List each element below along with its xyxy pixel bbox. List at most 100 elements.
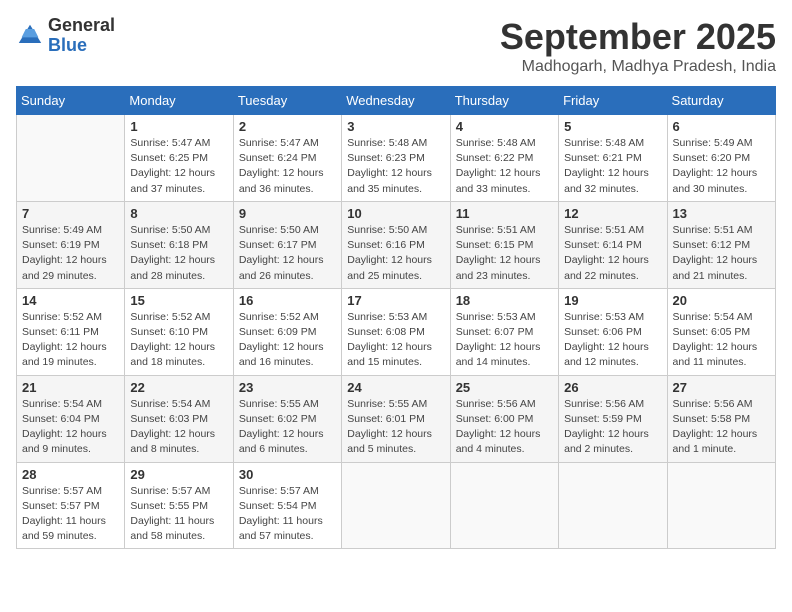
day-info: Sunrise: 5:52 AM Sunset: 6:11 PM Dayligh… — [22, 310, 119, 371]
calendar-day-cell — [559, 462, 667, 549]
calendar-day-cell: 18 Sunrise: 5:53 AM Sunset: 6:07 PM Dayli… — [450, 288, 558, 375]
calendar-day-cell: 20Sunrise: 5:54 AM Sunset: 6:05 PM Dayli… — [667, 288, 775, 375]
day-info: Sunrise: 5:53 AM Sunset: 6:06 PM Dayligh… — [564, 310, 661, 371]
calendar-day-cell: 2Sunrise: 5:47 AM Sunset: 6:24 PM Daylig… — [233, 115, 341, 202]
logo: General Blue — [16, 16, 115, 56]
calendar-week-row: 28 Sunrise: 5:57 AM Sunset: 5:57 PM Dayli… — [17, 462, 776, 549]
calendar-week-row: 1 Sunrise: 5:47 AM Sunset: 6:25 PM Daylig… — [17, 115, 776, 202]
calendar-day-cell: 14 Sunrise: 5:52 AM Sunset: 6:11 PM Dayli… — [17, 288, 125, 375]
calendar-day-cell: 13 Sunrise: 5:51 AM Sunset: 6:12 PM Dayli… — [667, 201, 775, 288]
calendar-day-cell: 22Sunrise: 5:54 AM Sunset: 6:03 PM Dayli… — [125, 375, 233, 462]
day-info: Sunrise: 5:57 AM Sunset: 5:57 PM Dayligh… — [22, 484, 119, 545]
calendar-table: SundayMondayTuesdayWednesdayThursdayFrid… — [16, 86, 776, 549]
day-number: 30 — [239, 467, 336, 482]
day-info: Sunrise: 5:57 AM Sunset: 5:54 PM Dayligh… — [239, 484, 336, 545]
day-number: 10 — [347, 206, 444, 221]
day-number: 11 — [456, 206, 553, 221]
calendar-day-cell: 12Sunrise: 5:51 AM Sunset: 6:14 PM Dayli… — [559, 201, 667, 288]
month-title: September 2025 — [500, 16, 776, 58]
day-info: Sunrise: 5:51 AM Sunset: 6:14 PM Dayligh… — [564, 223, 661, 284]
day-number: 5 — [564, 119, 661, 134]
calendar-day-cell: 28 Sunrise: 5:57 AM Sunset: 5:57 PM Dayli… — [17, 462, 125, 549]
day-number: 28 — [22, 467, 119, 482]
day-number: 18 — [456, 293, 553, 308]
calendar-day-cell: 11Sunrise: 5:51 AM Sunset: 6:15 PM Dayli… — [450, 201, 558, 288]
calendar-day-cell: 29 Sunrise: 5:57 AM Sunset: 5:55 PM Dayli… — [125, 462, 233, 549]
weekday-header: Tuesday — [233, 87, 341, 115]
day-number: 24 — [347, 380, 444, 395]
calendar-day-cell: 27 Sunrise: 5:56 AM Sunset: 5:58 PM Dayli… — [667, 375, 775, 462]
day-info: Sunrise: 5:57 AM Sunset: 5:55 PM Dayligh… — [130, 484, 227, 545]
calendar-day-cell: 23 Sunrise: 5:55 AM Sunset: 6:02 PM Dayli… — [233, 375, 341, 462]
calendar-day-cell: 5 Sunrise: 5:48 AM Sunset: 6:21 PM Daylig… — [559, 115, 667, 202]
day-info: Sunrise: 5:50 AM Sunset: 6:17 PM Dayligh… — [239, 223, 336, 284]
calendar-day-cell: 21 Sunrise: 5:54 AM Sunset: 6:04 PM Dayli… — [17, 375, 125, 462]
day-info: Sunrise: 5:56 AM Sunset: 5:59 PM Dayligh… — [564, 397, 661, 458]
logo-icon — [16, 22, 44, 50]
day-number: 23 — [239, 380, 336, 395]
calendar-day-cell — [17, 115, 125, 202]
calendar-header: SundayMondayTuesdayWednesdayThursdayFrid… — [17, 87, 776, 115]
day-info: Sunrise: 5:51 AM Sunset: 6:12 PM Dayligh… — [673, 223, 770, 284]
day-number: 21 — [22, 380, 119, 395]
calendar-day-cell: 30 Sunrise: 5:57 AM Sunset: 5:54 PM Dayli… — [233, 462, 341, 549]
day-number: 14 — [22, 293, 119, 308]
page-header: General Blue September 2025 Madhogarh, M… — [16, 16, 776, 76]
day-info: Sunrise: 5:55 AM Sunset: 6:02 PM Dayligh… — [239, 397, 336, 458]
day-info: Sunrise: 5:48 AM Sunset: 6:21 PM Dayligh… — [564, 136, 661, 197]
day-info: Sunrise: 5:50 AM Sunset: 6:18 PM Dayligh… — [130, 223, 227, 284]
day-info: Sunrise: 5:48 AM Sunset: 6:23 PM Dayligh… — [347, 136, 444, 197]
day-info: Sunrise: 5:56 AM Sunset: 6:00 PM Dayligh… — [456, 397, 553, 458]
logo-text: General Blue — [48, 16, 115, 56]
calendar-week-row: 14 Sunrise: 5:52 AM Sunset: 6:11 PM Dayli… — [17, 288, 776, 375]
calendar-day-cell — [667, 462, 775, 549]
calendar-body: 1 Sunrise: 5:47 AM Sunset: 6:25 PM Daylig… — [17, 115, 776, 549]
calendar-day-cell: 1 Sunrise: 5:47 AM Sunset: 6:25 PM Daylig… — [125, 115, 233, 202]
calendar-week-row: 7 Sunrise: 5:49 AM Sunset: 6:19 PM Daylig… — [17, 201, 776, 288]
day-number: 29 — [130, 467, 227, 482]
day-info: Sunrise: 5:52 AM Sunset: 6:10 PM Dayligh… — [130, 310, 227, 371]
calendar-day-cell: 4Sunrise: 5:48 AM Sunset: 6:22 PM Daylig… — [450, 115, 558, 202]
day-number: 9 — [239, 206, 336, 221]
day-number: 6 — [673, 119, 770, 134]
calendar-day-cell — [450, 462, 558, 549]
day-info: Sunrise: 5:52 AM Sunset: 6:09 PM Dayligh… — [239, 310, 336, 371]
day-number: 16 — [239, 293, 336, 308]
day-number: 27 — [673, 380, 770, 395]
day-number: 1 — [130, 119, 227, 134]
calendar-day-cell: 10 Sunrise: 5:50 AM Sunset: 6:16 PM Dayli… — [342, 201, 450, 288]
day-info: Sunrise: 5:56 AM Sunset: 5:58 PM Dayligh… — [673, 397, 770, 458]
calendar-day-cell: 6 Sunrise: 5:49 AM Sunset: 6:20 PM Daylig… — [667, 115, 775, 202]
day-info: Sunrise: 5:53 AM Sunset: 6:08 PM Dayligh… — [347, 310, 444, 371]
day-number: 22 — [130, 380, 227, 395]
calendar-day-cell: 24 Sunrise: 5:55 AM Sunset: 6:01 PM Dayli… — [342, 375, 450, 462]
day-number: 25 — [456, 380, 553, 395]
day-number: 7 — [22, 206, 119, 221]
weekday-header: Saturday — [667, 87, 775, 115]
calendar-day-cell: 9 Sunrise: 5:50 AM Sunset: 6:17 PM Daylig… — [233, 201, 341, 288]
day-info: Sunrise: 5:49 AM Sunset: 6:19 PM Dayligh… — [22, 223, 119, 284]
weekday-header: Sunday — [17, 87, 125, 115]
day-number: 19 — [564, 293, 661, 308]
day-info: Sunrise: 5:47 AM Sunset: 6:24 PM Dayligh… — [239, 136, 336, 197]
calendar-day-cell: 26 Sunrise: 5:56 AM Sunset: 5:59 PM Dayli… — [559, 375, 667, 462]
title-area: September 2025 Madhogarh, Madhya Pradesh… — [500, 16, 776, 76]
day-info: Sunrise: 5:49 AM Sunset: 6:20 PM Dayligh… — [673, 136, 770, 197]
day-info: Sunrise: 5:47 AM Sunset: 6:25 PM Dayligh… — [130, 136, 227, 197]
calendar-day-cell: 17Sunrise: 5:53 AM Sunset: 6:08 PM Dayli… — [342, 288, 450, 375]
day-number: 3 — [347, 119, 444, 134]
weekday-header: Wednesday — [342, 87, 450, 115]
day-info: Sunrise: 5:50 AM Sunset: 6:16 PM Dayligh… — [347, 223, 444, 284]
day-number: 8 — [130, 206, 227, 221]
day-number: 26 — [564, 380, 661, 395]
day-number: 13 — [673, 206, 770, 221]
location: Madhogarh, Madhya Pradesh, India — [500, 58, 776, 76]
calendar-day-cell: 25 Sunrise: 5:56 AM Sunset: 6:00 PM Dayli… — [450, 375, 558, 462]
day-info: Sunrise: 5:54 AM Sunset: 6:04 PM Dayligh… — [22, 397, 119, 458]
calendar-day-cell: 7 Sunrise: 5:49 AM Sunset: 6:19 PM Daylig… — [17, 201, 125, 288]
day-number: 4 — [456, 119, 553, 134]
day-info: Sunrise: 5:53 AM Sunset: 6:07 PM Dayligh… — [456, 310, 553, 371]
day-info: Sunrise: 5:55 AM Sunset: 6:01 PM Dayligh… — [347, 397, 444, 458]
calendar-day-cell — [342, 462, 450, 549]
day-info: Sunrise: 5:54 AM Sunset: 6:05 PM Dayligh… — [673, 310, 770, 371]
